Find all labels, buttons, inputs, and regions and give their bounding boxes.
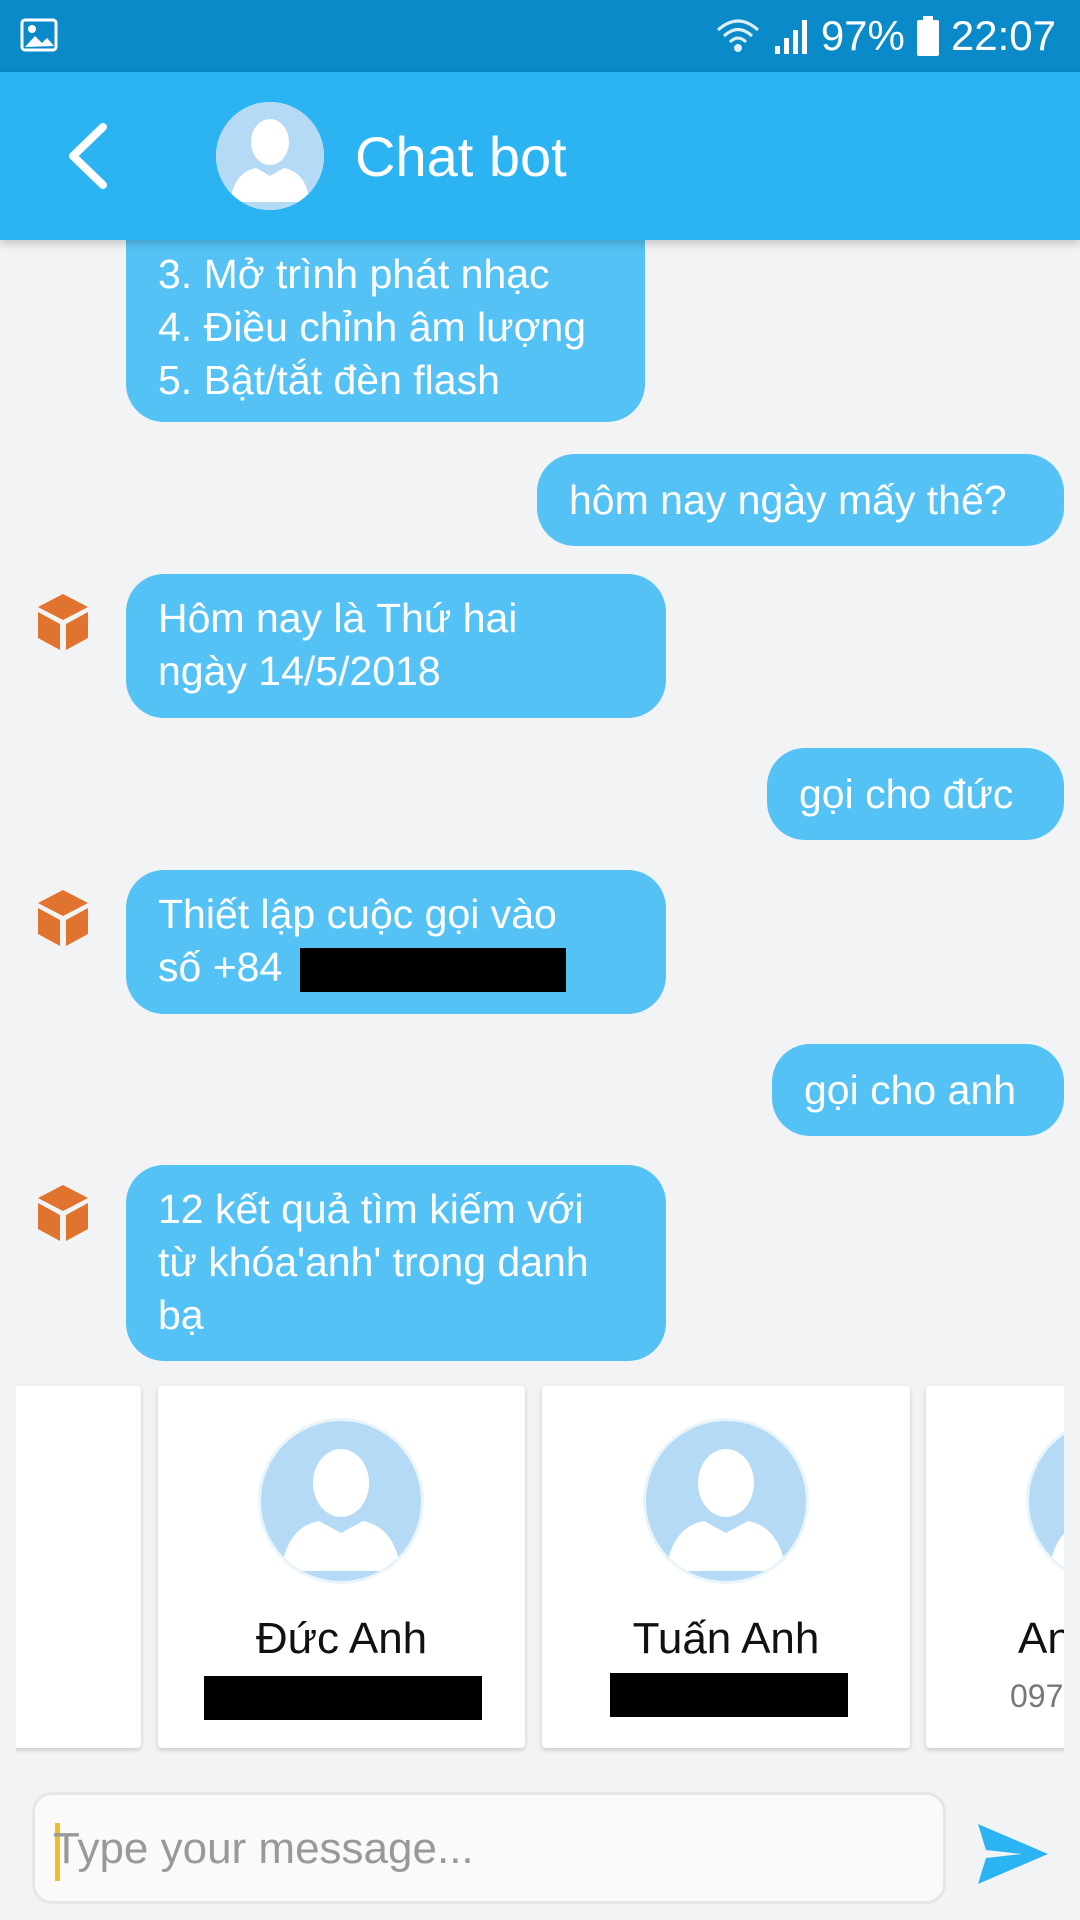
battery-icon: [916, 16, 939, 56]
message-text: hôm nay ngày mấy thế?: [569, 477, 1007, 523]
message-line: 4. Điều chỉnh âm lượng: [158, 304, 587, 350]
contact-card[interactable]: Đức Anh: [158, 1386, 525, 1748]
message-line: 12 kết quả tìm kiếm với: [158, 1186, 584, 1232]
chat-title: Chat bot: [355, 125, 567, 188]
contact-avatar-icon: [643, 1418, 809, 1584]
contact-avatar-icon: [1026, 1418, 1064, 1584]
bot-message: Hôm nay là Thứ hai ngày 14/5/2018: [126, 574, 666, 718]
signal-icon: [774, 20, 807, 54]
contact-name: Đức Anh: [255, 1614, 428, 1663]
contact-card[interactable]: Tuấn Anh: [542, 1386, 910, 1748]
message-text: gọi cho anh: [804, 1067, 1017, 1113]
battery-percent: 97%: [820, 12, 905, 59]
message-line: Thiết lập cuộc gọi vào: [158, 891, 557, 937]
bot-cube-icon: [38, 594, 88, 650]
gallery-icon: [20, 18, 58, 52]
bot-message: 3. Mở trình phát nhạc 4. Điều chỉnh âm l…: [126, 240, 645, 422]
bot-avatar[interactable]: [216, 102, 324, 210]
composer: [0, 1776, 1080, 1920]
message-line: Hôm nay là Thứ hai: [158, 595, 518, 641]
bot-cube-icon: [38, 1185, 88, 1241]
contact-avatar-icon: [258, 1418, 424, 1584]
phone-prefix: số +84: [158, 944, 283, 990]
status-bar: 97% 22:07: [0, 0, 1080, 72]
user-message: gọi cho đức: [767, 748, 1064, 840]
message-line: 3. Mở trình phát nhạc: [158, 251, 550, 297]
redacted-phone-number: [299, 948, 566, 993]
contact-card[interactable]: ho 403: [16, 1386, 141, 1748]
contact-name: An: [1018, 1614, 1064, 1663]
person-avatar-icon: [216, 102, 324, 210]
clock: 22:07: [950, 12, 1056, 59]
bot-message: 12 kết quả tìm kiếm với từ khóa'anh' tro…: [126, 1165, 666, 1361]
message-input[interactable]: [53, 1809, 923, 1889]
send-button[interactable]: [976, 1822, 1050, 1886]
message-input-container: [32, 1792, 946, 1904]
message-line: 5. Bật/tắt đèn flash: [158, 357, 500, 403]
chevron-left-icon: [69, 123, 107, 189]
message-line: bạ: [158, 1292, 204, 1338]
bot-cube-icon: [38, 890, 88, 946]
message-line: ngày 14/5/2018: [158, 648, 441, 694]
message-line: số +84: [158, 941, 634, 994]
contact-name: ho: [16, 1614, 141, 1664]
redacted-contact-phone: [610, 1673, 848, 1717]
wifi-icon: [716, 19, 759, 52]
message-text: gọi cho đức: [799, 771, 1014, 817]
contact-name: Tuấn Anh: [632, 1614, 820, 1663]
bot-message: Thiết lập cuộc gọi vào số +84: [126, 870, 666, 1014]
send-icon: [978, 1824, 1048, 1884]
contact-phone: 097: [1010, 1678, 1064, 1714]
user-message: gọi cho anh: [772, 1044, 1064, 1136]
user-message: hôm nay ngày mấy thế?: [537, 454, 1064, 546]
back-button[interactable]: [48, 112, 128, 200]
contact-card[interactable]: An 097: [926, 1386, 1064, 1748]
app-bar: Chat bot: [0, 72, 1080, 240]
redacted-contact-phone: [204, 1676, 482, 1720]
message-line: từ khóa'anh' trong danh: [158, 1239, 589, 1285]
